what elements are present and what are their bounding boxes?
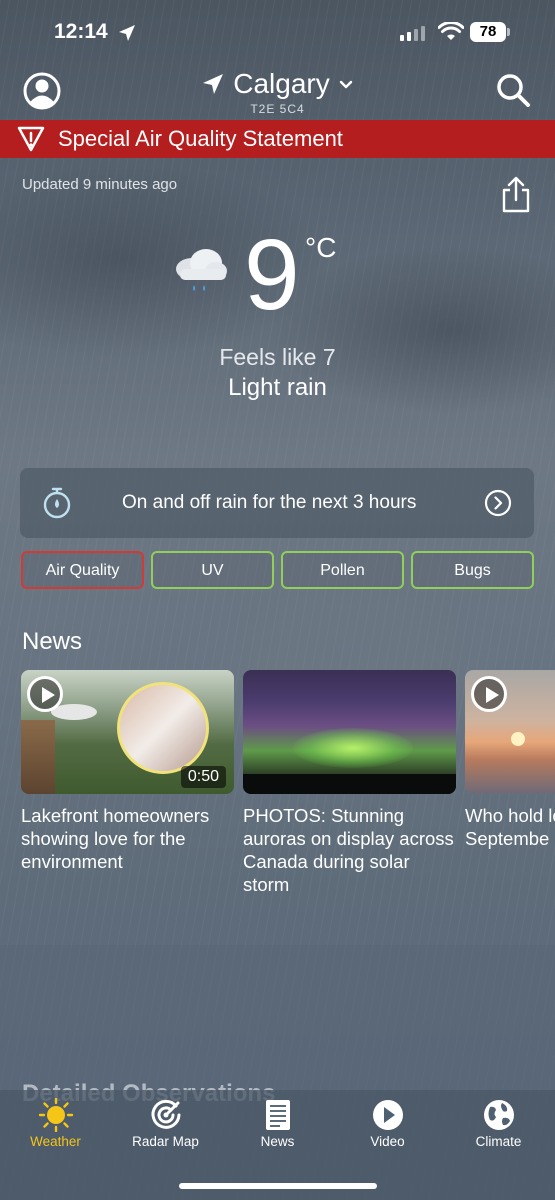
tab-news[interactable]: News	[222, 1098, 333, 1149]
battery-indicator: 78	[470, 22, 506, 42]
news-card[interactable]: Who hold longest-s Septembe	[465, 670, 555, 850]
sun-icon	[38, 1098, 73, 1132]
chevron-down-icon	[339, 80, 352, 89]
warning-triangle-icon	[17, 126, 45, 152]
chip-label: Air Quality	[45, 562, 120, 579]
tab-weather[interactable]: Weather	[0, 1098, 111, 1149]
chevron-right-circle-icon[interactable]	[484, 489, 512, 517]
news-thumbnail: 0:50	[21, 670, 234, 794]
wifi-icon	[438, 22, 464, 40]
news-heading: News	[22, 628, 83, 655]
chip-label: Pollen	[320, 562, 365, 579]
news-card[interactable]: 0:50 Lakefront homeowners showing love f…	[21, 670, 234, 873]
chip-label: Bugs	[454, 562, 491, 579]
status-time: 12:14	[54, 20, 108, 44]
location-arrow-icon	[203, 74, 224, 94]
current-temperature: 9	[244, 219, 300, 331]
globe-icon	[483, 1100, 514, 1130]
inset-photo	[117, 682, 209, 774]
tab-video[interactable]: Video	[332, 1098, 443, 1149]
location-selector[interactable]: Calgary	[0, 68, 555, 103]
video-duration: 0:50	[180, 766, 226, 788]
chip-air-quality[interactable]: Air Quality	[21, 551, 144, 589]
news-title: Who hold longest-s Septembe	[465, 805, 555, 849]
location-arrow-icon	[119, 25, 135, 41]
alert-text: Special Air Quality Statement	[58, 126, 343, 151]
dock-shape	[21, 720, 55, 794]
nowcast-text: On and off rain for the next 3 hours	[122, 492, 417, 513]
play-icon	[27, 676, 63, 712]
tab-label: Climate	[475, 1134, 522, 1149]
home-indicator	[179, 1183, 377, 1189]
rain-cloud-icon	[176, 249, 227, 291]
chip-label: UV	[201, 562, 224, 579]
feels-like: Feels like 7	[219, 344, 336, 370]
news-thumbnail	[465, 670, 555, 794]
stopwatch-icon	[43, 487, 71, 519]
updated-time: Updated 9 minutes ago	[22, 176, 178, 193]
battery-nub	[507, 28, 510, 36]
news-title: PHOTOS: Stunning auroras on display acro…	[243, 805, 454, 895]
temperature-unit: °C	[305, 232, 337, 263]
tab-label: Weather	[30, 1134, 81, 1149]
search-icon[interactable]	[494, 71, 532, 109]
news-thumbnail	[243, 670, 456, 794]
newspaper-icon	[265, 1100, 290, 1130]
postal-code: T2E 5C4	[250, 102, 305, 116]
share-icon[interactable]	[500, 176, 532, 214]
aurora-glow	[293, 728, 413, 768]
battery-level: 78	[479, 23, 497, 40]
chip-uv[interactable]: UV	[151, 551, 274, 589]
cellular-signal-icon	[400, 26, 425, 41]
tab-label: Radar Map	[132, 1134, 199, 1149]
chip-bugs[interactable]: Bugs	[411, 551, 534, 589]
tab-label: News	[260, 1134, 295, 1149]
status-time-text: 12:14	[54, 20, 108, 43]
horizon	[243, 774, 456, 794]
chip-pollen[interactable]: Pollen	[281, 551, 404, 589]
tab-climate[interactable]: Climate	[443, 1098, 554, 1149]
news-title: Lakefront homeowners showing love for th…	[21, 805, 210, 872]
tab-label: Video	[370, 1134, 405, 1149]
play-circle-icon	[372, 1100, 403, 1130]
sun-shape	[511, 732, 525, 746]
radar-icon	[151, 1099, 180, 1129]
play-icon	[471, 676, 507, 712]
news-card[interactable]: PHOTOS: Stunning auroras on display acro…	[243, 670, 456, 896]
tab-radar-map[interactable]: Radar Map	[110, 1098, 221, 1149]
condition-text: Light rain	[228, 374, 327, 401]
location-name: Calgary	[233, 68, 330, 99]
